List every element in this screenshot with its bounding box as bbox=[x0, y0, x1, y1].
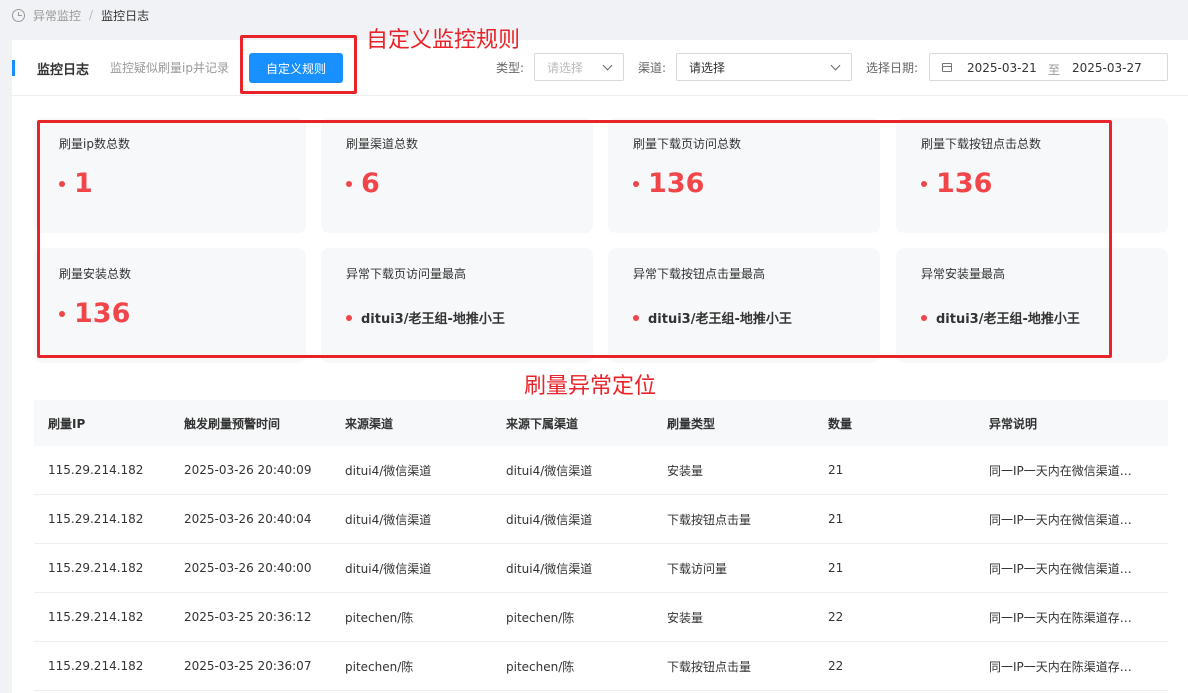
table-row[interactable]: 115.29.214.182 2025-03-26 20:40:04 ditui… bbox=[34, 495, 1168, 544]
channel-select[interactable]: 请选择 bbox=[676, 53, 852, 81]
cell-sub-channel: ditui4/微信渠道 bbox=[506, 463, 593, 478]
page-subtitle: 监控疑似刷量ip并记录 bbox=[110, 61, 229, 75]
date-to: 至 bbox=[1048, 63, 1061, 77]
channel-label: 渠道: bbox=[638, 61, 667, 75]
calendar-icon bbox=[942, 63, 952, 72]
cell-type: 下载访问量 bbox=[667, 561, 728, 576]
cell-type: 下载按钮点击量 bbox=[667, 659, 752, 674]
cell-sub-channel: pitechen/陈 bbox=[506, 610, 575, 625]
table-header: 刷量IP 触发刷量预警时间 来源渠道 来源下属渠道 刷量类型 数量 异常说明 bbox=[34, 400, 1168, 446]
cell-time: 2025-03-26 20:40:04 bbox=[184, 512, 312, 526]
cell-ip: 115.29.214.182 bbox=[48, 561, 144, 575]
cell-description: 同一IP一天内在陈渠道存… bbox=[989, 593, 1149, 641]
type-label: 类型: bbox=[496, 61, 525, 75]
chevron-down-icon bbox=[602, 60, 613, 71]
annotation-box-stats bbox=[37, 120, 1112, 358]
date-start[interactable]: 2025-03-21 bbox=[967, 61, 1037, 75]
column-header: 触发刷量预警时间 bbox=[184, 416, 281, 431]
monitor-log-table: 刷量IP 触发刷量预警时间 来源渠道 来源下属渠道 刷量类型 数量 异常说明 1… bbox=[34, 400, 1168, 691]
cell-description-text: 同一IP一天内在微信渠道… bbox=[989, 463, 1132, 478]
cell-ip: 115.29.214.182 bbox=[48, 610, 144, 624]
column-header: 刷量类型 bbox=[667, 416, 716, 431]
cell-channel: pitechen/陈 bbox=[345, 610, 414, 625]
column-header: 来源渠道 bbox=[345, 416, 394, 431]
annotation-label-custom-rule: 自定义监控规则 bbox=[366, 28, 521, 53]
title-accent-bar bbox=[12, 60, 15, 76]
cell-time: 2025-03-26 20:40:09 bbox=[184, 463, 312, 477]
cell-sub-channel: ditui4/微信渠道 bbox=[506, 512, 593, 527]
table-row[interactable]: 115.29.214.182 2025-03-26 20:40:09 ditui… bbox=[34, 446, 1168, 495]
cell-sub-channel: ditui4/微信渠道 bbox=[506, 561, 593, 576]
date-end[interactable]: 2025-03-27 bbox=[1072, 61, 1142, 75]
table-row[interactable]: 115.29.214.182 2025-03-26 20:40:00 ditui… bbox=[34, 544, 1168, 593]
cell-description: 同一IP一天内在陈渠道存… bbox=[989, 642, 1149, 690]
column-header: 刷量IP bbox=[48, 416, 86, 431]
toolbar: 监控日志 监控疑似刷量ip并记录 自定义规则 类型: 请选择 渠道: 请选择 选… bbox=[12, 40, 1188, 96]
clock-icon bbox=[12, 8, 25, 22]
cell-description-text: 同一IP一天内在陈渠道存… bbox=[989, 659, 1132, 674]
cell-time: 2025-03-26 20:40:00 bbox=[184, 561, 312, 575]
cell-count: 22 bbox=[828, 610, 844, 624]
page-title: 监控日志 bbox=[37, 63, 90, 78]
cell-ip: 115.29.214.182 bbox=[48, 512, 144, 526]
cell-channel: ditui4/微信渠道 bbox=[345, 561, 432, 576]
cell-ip: 115.29.214.182 bbox=[48, 659, 144, 673]
breadcrumb-parent[interactable]: 异常监控 bbox=[33, 7, 81, 24]
breadcrumb-current: 监控日志 bbox=[101, 8, 150, 23]
cell-ip: 115.29.214.182 bbox=[48, 463, 144, 477]
cell-description-text: 同一IP一天内在微信渠道… bbox=[989, 512, 1132, 527]
type-select[interactable]: 请选择 bbox=[534, 53, 624, 81]
cell-channel: ditui4/微信渠道 bbox=[345, 512, 432, 527]
type-select-placeholder: 请选择 bbox=[547, 60, 584, 75]
breadcrumb-separator: / bbox=[89, 8, 94, 22]
cell-type: 安装量 bbox=[667, 610, 704, 625]
annotation-box-custom-rule bbox=[240, 35, 357, 94]
cell-time: 2025-03-25 20:36:12 bbox=[184, 610, 312, 624]
table-row[interactable]: 115.29.214.182 2025-03-25 20:36:12 pitec… bbox=[34, 593, 1168, 642]
table-row[interactable]: 115.29.214.182 2025-03-25 20:36:07 pitec… bbox=[34, 642, 1168, 691]
cell-count: 21 bbox=[828, 512, 844, 526]
cell-count: 22 bbox=[828, 659, 844, 673]
cell-description: 同一IP一天内在微信渠道… bbox=[989, 495, 1149, 543]
channel-select-value: 请选择 bbox=[689, 60, 726, 75]
chevron-down-icon bbox=[830, 60, 841, 71]
cell-description: 同一IP一天内在微信渠道… bbox=[989, 544, 1149, 592]
cell-description-text: 同一IP一天内在微信渠道… bbox=[989, 561, 1132, 576]
column-header: 来源下属渠道 bbox=[506, 416, 579, 431]
cell-count: 21 bbox=[828, 561, 844, 575]
cell-time: 2025-03-25 20:36:07 bbox=[184, 659, 312, 673]
cell-type: 安装量 bbox=[667, 463, 704, 478]
column-header: 异常说明 bbox=[989, 416, 1038, 431]
cell-description: 同一IP一天内在微信渠道… bbox=[989, 446, 1149, 494]
date-label: 选择日期: bbox=[866, 61, 919, 75]
column-header: 数量 bbox=[828, 416, 853, 431]
annotation-label-abnormal-locate: 刷量异常定位 bbox=[524, 374, 657, 399]
date-range-picker[interactable]: 2025-03-21 至 2025-03-27 bbox=[929, 53, 1168, 81]
cell-channel: ditui4/微信渠道 bbox=[345, 463, 432, 478]
cell-description-text: 同一IP一天内在陈渠道存… bbox=[989, 610, 1132, 625]
cell-count: 21 bbox=[828, 463, 844, 477]
cell-channel: pitechen/陈 bbox=[345, 659, 414, 674]
cell-type: 下载按钮点击量 bbox=[667, 512, 752, 527]
cell-sub-channel: pitechen/陈 bbox=[506, 659, 575, 674]
breadcrumb: 异常监控 / 监控日志 bbox=[0, 0, 1188, 30]
